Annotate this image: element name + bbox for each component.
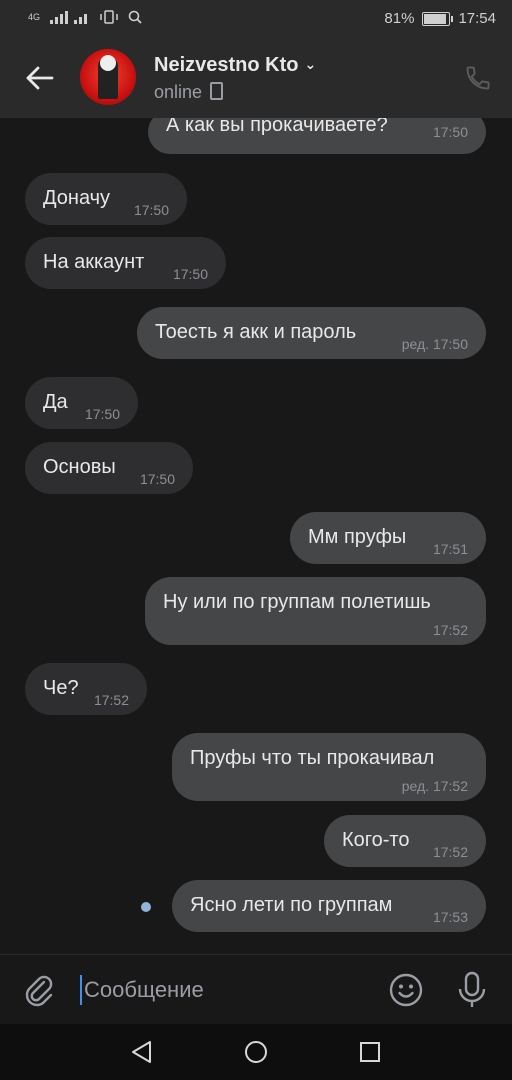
contact-name-text: Neizvestno Kto: [154, 54, 299, 76]
message-bubble[interactable]: А как вы прокачиваете? 17:50: [148, 118, 486, 154]
message-text: А как вы прокачиваете?: [166, 118, 388, 136]
message-time: 17:52: [432, 622, 468, 638]
message-bubble[interactable]: Основы 17:50: [25, 442, 193, 494]
message-input[interactable]: Сообщение: [80, 975, 204, 1005]
message-text: Ну или по группам полетишь: [163, 591, 431, 613]
message-text: Пруфы что ты прокачивал: [190, 747, 435, 769]
message-bubble[interactable]: Да 17:50: [25, 377, 138, 429]
message-time: 17:50: [172, 266, 208, 282]
message-text: Тоесть я акк и пароль: [155, 321, 357, 343]
microphone-icon[interactable]: [455, 971, 489, 1009]
message-bubble[interactable]: Че? 17:52: [25, 663, 147, 715]
message-list[interactable]: А как вы прокачиваете? 17:50 Доначу 17:5…: [0, 118, 512, 954]
message-time: 17:52: [93, 692, 129, 708]
message-time: 17:51: [432, 541, 468, 557]
avatar[interactable]: [80, 49, 136, 105]
network-type-label: 4G: [28, 12, 41, 22]
message-bubble[interactable]: Тоесть я акк и пароль ред. 17:50: [137, 307, 486, 359]
message-time: ред. 17:52: [401, 778, 468, 794]
system-navigation-bar: [0, 1024, 512, 1080]
message-text: Че?: [43, 677, 79, 699]
attach-icon[interactable]: [22, 973, 56, 1007]
online-status-text: online: [154, 82, 203, 102]
message-bubble[interactable]: Ну или по группам полетишь 17:52: [145, 577, 486, 645]
message-bubble[interactable]: Мм пруфы 17:51: [290, 512, 486, 564]
message-text: На аккаунт: [43, 251, 145, 273]
message-text: Ясно лети по группам: [190, 894, 393, 916]
nav-back-icon[interactable]: [130, 1040, 154, 1064]
chat-header: Neizvestno Kto ⌄ online: [0, 38, 512, 118]
nav-recents-icon[interactable]: [358, 1040, 382, 1064]
message-time: ред. 17:50: [401, 336, 468, 352]
message-bubble[interactable]: На аккаунт 17:50: [25, 237, 226, 289]
message-bubble[interactable]: Кого-то 17:52: [324, 815, 486, 867]
online-status: online: [154, 82, 224, 103]
message-text: Доначу: [43, 187, 111, 209]
clock: 17:54: [458, 10, 496, 27]
message-time: 17:52: [432, 844, 468, 860]
search-status-icon: [128, 10, 142, 24]
message-bubble[interactable]: Ясно лети по группам 17:53: [172, 880, 486, 932]
vibrate-icon: [100, 10, 118, 24]
mobile-device-icon: [210, 82, 224, 100]
message-text: Да: [43, 391, 68, 413]
status-bar: 4G 81% 17:54: [0, 0, 512, 38]
emoji-icon[interactable]: [389, 973, 423, 1007]
message-bubble[interactable]: Доначу 17:50: [25, 173, 187, 225]
battery-icon: [422, 11, 454, 26]
avatar-skull: [100, 55, 116, 71]
chevron-down-icon[interactable]: ⌄: [304, 56, 316, 73]
unread-indicator: [141, 902, 151, 912]
message-text: Мм пруфы: [308, 526, 407, 548]
status-right: 81% 17:54: [384, 10, 496, 27]
message-time: 17:53: [432, 909, 468, 925]
battery-fill: [424, 13, 446, 24]
signal-icon: [50, 11, 88, 24]
message-time: 17:50: [84, 406, 120, 422]
message-composer: Сообщение: [0, 954, 512, 1025]
message-bubble[interactable]: Пруфы что ты прокачивал ред. 17:52: [172, 733, 486, 801]
message-time: 17:50: [133, 202, 169, 218]
message-text: Основы: [43, 456, 116, 478]
status-left: 4G: [28, 10, 142, 24]
message-time: 17:50: [139, 471, 175, 487]
battery-percent: 81%: [384, 10, 415, 27]
back-arrow-icon[interactable]: [24, 62, 56, 94]
nav-home-icon[interactable]: [244, 1040, 268, 1064]
message-text: Кого-то: [342, 829, 410, 851]
message-time: 17:50: [432, 124, 468, 140]
contact-name[interactable]: Neizvestno Kto ⌄: [154, 54, 316, 77]
phone-call-icon[interactable]: [464, 64, 492, 92]
